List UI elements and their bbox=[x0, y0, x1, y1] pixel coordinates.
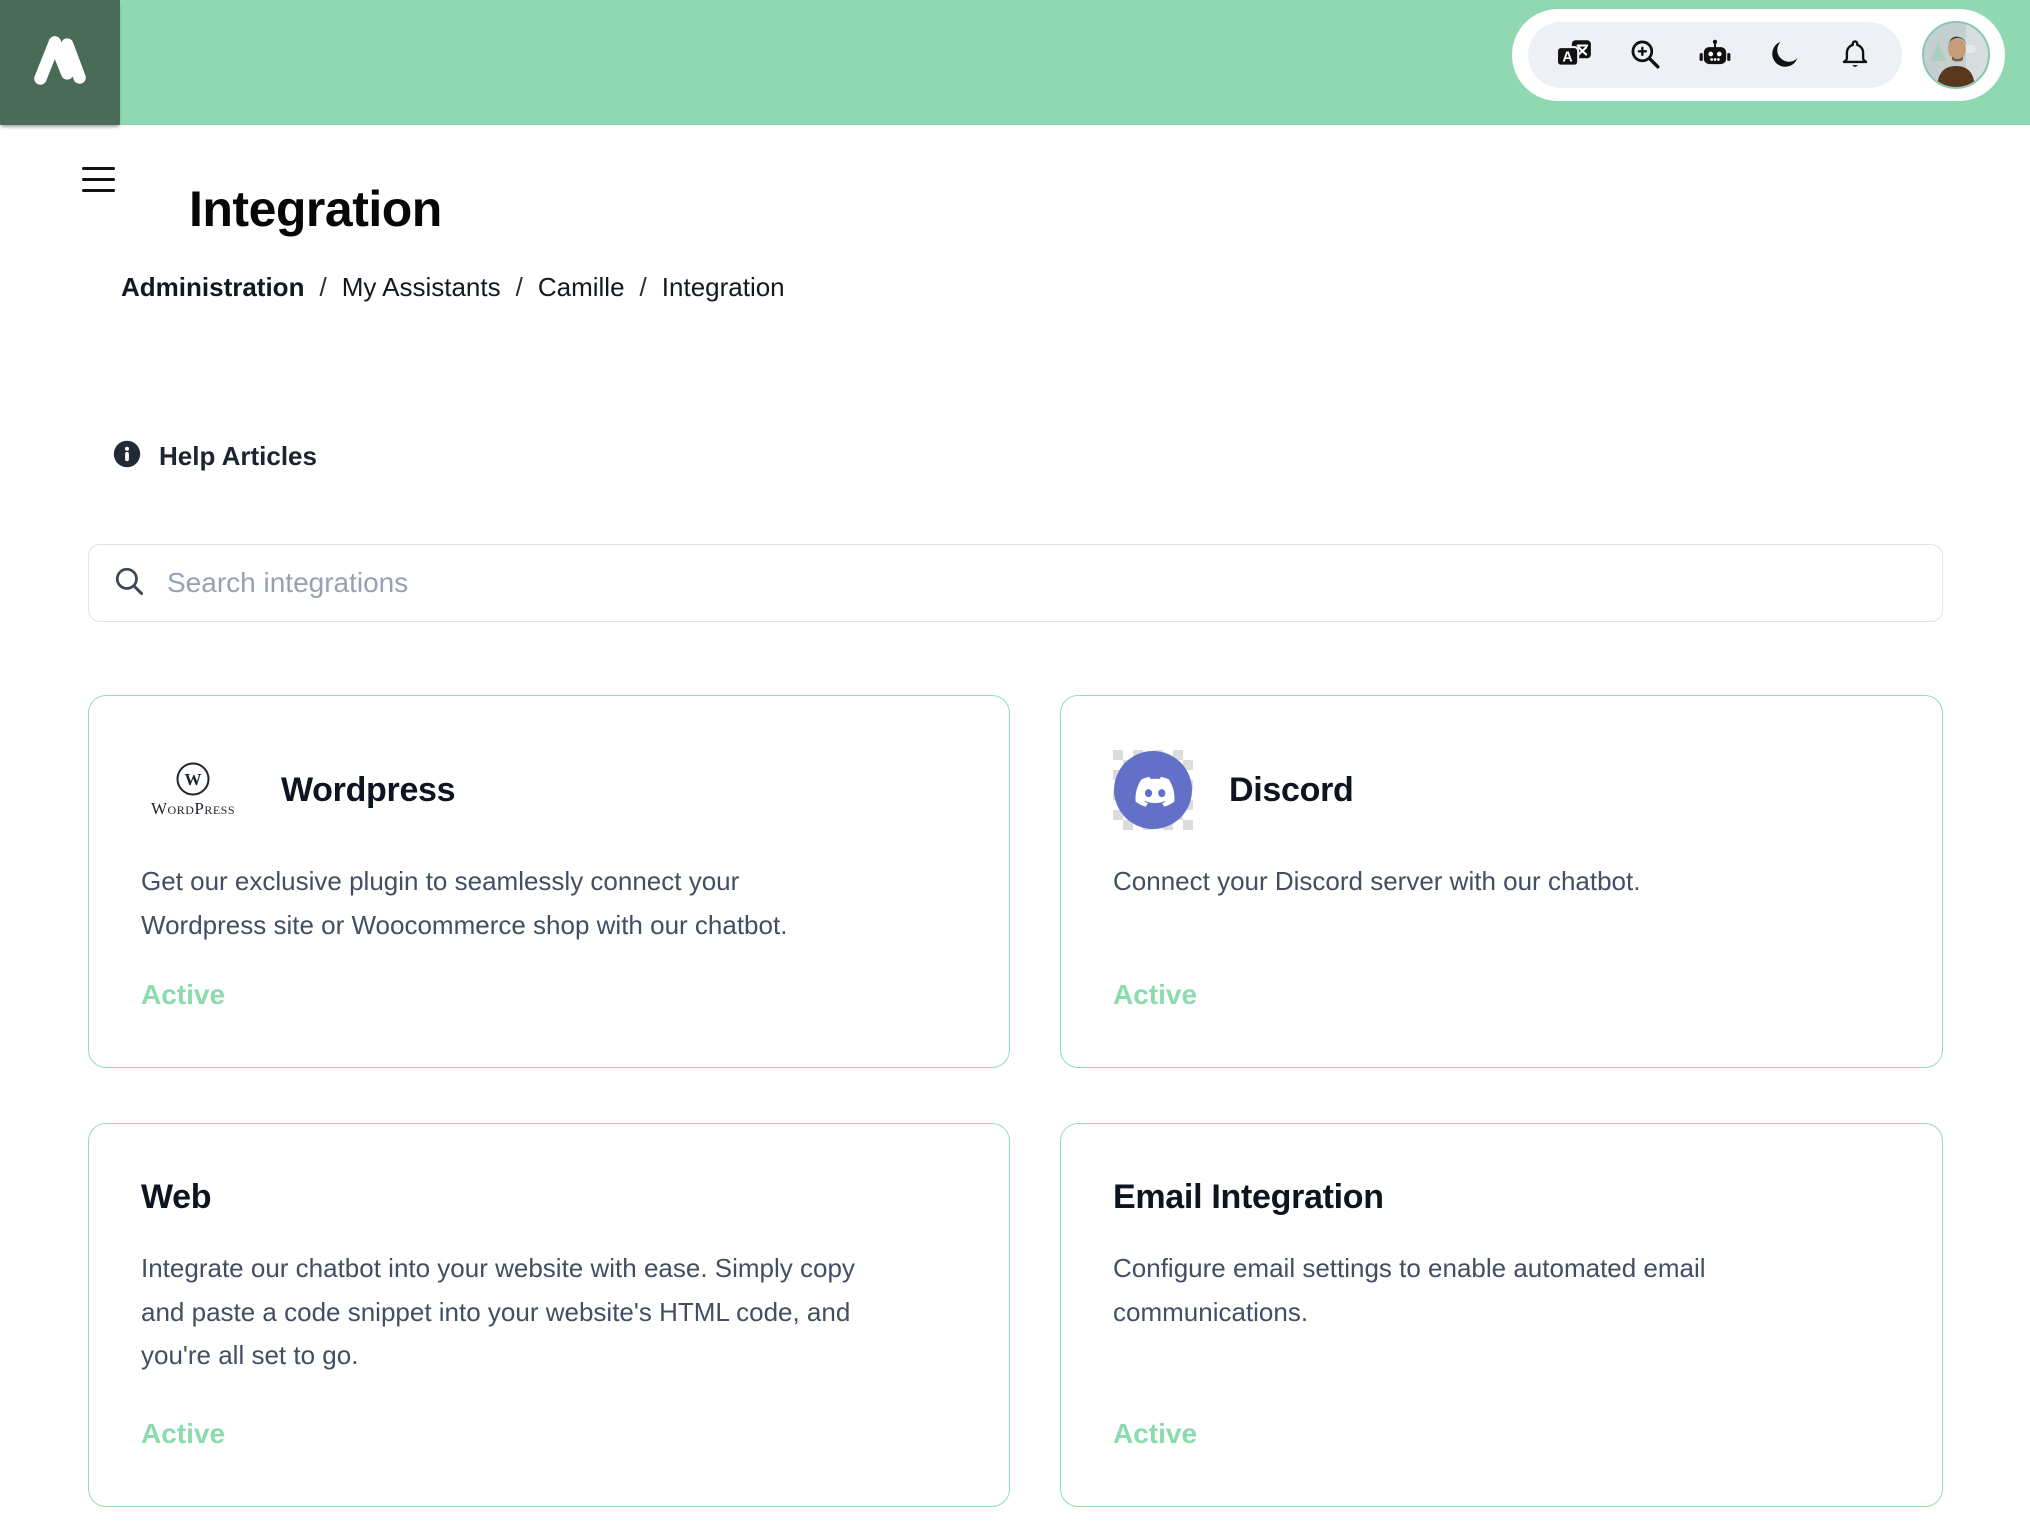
breadcrumb-separator: / bbox=[515, 272, 523, 302]
status-badge: Active bbox=[1113, 979, 1198, 1010]
integration-cards: W WordPress Wordpress Get our exclusive … bbox=[88, 695, 1943, 1507]
app-window: A Integration Administration / My Assist… bbox=[0, 0, 2030, 1524]
card-header: W WordPress Wordpress bbox=[141, 750, 957, 830]
wordpress-logo: W WordPress bbox=[141, 761, 245, 819]
page-title: Integration bbox=[189, 180, 442, 237]
status-badge: Active bbox=[141, 1418, 226, 1449]
card-title: Email Integration bbox=[1113, 1178, 1384, 1216]
breadcrumb-item-camille[interactable]: Camille bbox=[538, 272, 625, 303]
card-web[interactable]: Web Integrate our chatbot into your webs… bbox=[88, 1123, 1010, 1507]
app-logo[interactable] bbox=[0, 0, 120, 125]
search-input[interactable] bbox=[165, 566, 1918, 600]
help-articles-link[interactable]: Help Articles bbox=[113, 440, 317, 473]
help-articles-label: Help Articles bbox=[159, 441, 317, 471]
robot-button[interactable] bbox=[1698, 38, 1732, 72]
user-avatar[interactable] bbox=[1922, 21, 1990, 89]
app-logo-icon bbox=[27, 27, 93, 98]
bell-icon bbox=[1839, 38, 1871, 73]
card-header: Web bbox=[141, 1178, 957, 1217]
search-bar bbox=[88, 544, 1943, 622]
breadcrumb-separator: / bbox=[319, 272, 327, 302]
search-icon bbox=[113, 565, 145, 602]
card-header: Email Integration bbox=[1113, 1178, 1890, 1217]
toolbar: A bbox=[1512, 9, 2005, 101]
status-badge: Active bbox=[141, 979, 226, 1010]
menu-button[interactable] bbox=[82, 167, 115, 192]
card-description: Configure email settings to enable autom… bbox=[1113, 1253, 1706, 1327]
breadcrumb-item-my-assistants[interactable]: My Assistants bbox=[342, 272, 501, 303]
info-icon bbox=[113, 440, 141, 473]
breadcrumb: Administration / My Assistants / Camille… bbox=[121, 272, 785, 303]
card-title: Wordpress bbox=[281, 770, 456, 809]
breadcrumb-separator: / bbox=[639, 272, 647, 302]
toolbar-icons-group: A bbox=[1528, 22, 1902, 88]
notifications-button[interactable] bbox=[1838, 38, 1872, 72]
card-wordpress[interactable]: W WordPress Wordpress Get our exclusive … bbox=[88, 695, 1010, 1068]
translate-icon: A bbox=[1555, 39, 1593, 71]
status-badge: Active bbox=[1113, 1418, 1198, 1449]
card-discord[interactable]: Discord Connect your Discord server with… bbox=[1060, 695, 1943, 1068]
card-description: Connect your Discord server with our cha… bbox=[1113, 866, 1641, 896]
zoom-in-icon bbox=[1629, 38, 1661, 73]
card-email-integration[interactable]: Email Integration Configure email settin… bbox=[1060, 1123, 1943, 1507]
card-header: Discord bbox=[1113, 750, 1890, 830]
card-description: Integrate our chatbot into your website … bbox=[141, 1253, 855, 1371]
moon-icon bbox=[1769, 38, 1801, 73]
card-title: Web bbox=[141, 1178, 212, 1216]
hamburger-icon bbox=[82, 167, 115, 170]
svg-text:A: A bbox=[1562, 49, 1572, 65]
card-title: Discord bbox=[1229, 770, 1354, 809]
robot-icon bbox=[1698, 39, 1732, 72]
card-description: Get our exclusive plugin to seamlessly c… bbox=[141, 866, 788, 940]
zoom-in-button[interactable] bbox=[1628, 38, 1662, 72]
dark-mode-button[interactable] bbox=[1768, 38, 1802, 72]
breadcrumb-item-integration: Integration bbox=[661, 272, 785, 302]
svg-text:W: W bbox=[185, 770, 202, 789]
translate-button[interactable]: A bbox=[1555, 38, 1593, 72]
breadcrumb-item-administration[interactable]: Administration bbox=[121, 272, 304, 303]
discord-logo bbox=[1113, 750, 1193, 830]
wordpress-logo-text: WordPress bbox=[150, 799, 236, 818]
